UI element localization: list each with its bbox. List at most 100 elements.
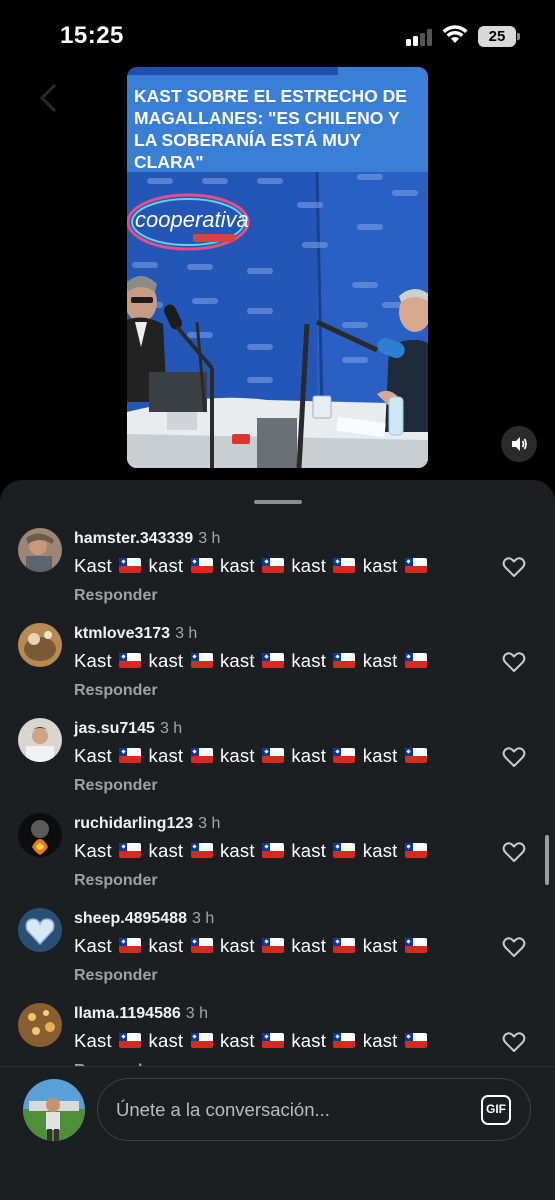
chile-flag-icon	[190, 843, 213, 858]
comment-word: kast	[291, 935, 327, 956]
comment-word: kast	[219, 935, 255, 956]
status-time: 15:25	[60, 22, 124, 49]
back-chevron-icon[interactable]	[39, 83, 69, 113]
chile-flag-icon	[262, 748, 285, 763]
comment-word: kast	[291, 745, 327, 766]
comment-word: kast	[362, 650, 398, 671]
comment-word: kast	[148, 745, 184, 766]
chile-flag-icon	[190, 653, 213, 668]
comment-timestamp: 3 h	[159, 720, 183, 737]
reply-button[interactable]: Responder	[74, 967, 158, 985]
chile-flag-icon	[404, 843, 427, 858]
user-avatar[interactable]	[18, 718, 62, 762]
reply-button[interactable]: Responder	[74, 777, 158, 795]
user-avatar[interactable]	[18, 623, 62, 667]
cellular-signal-icon	[406, 28, 434, 46]
comments-scrollbar[interactable]	[545, 835, 549, 885]
comment-timestamp: 3 h	[185, 1005, 209, 1022]
user-avatar[interactable]	[18, 528, 62, 572]
chile-flag-icon	[190, 938, 213, 953]
comment-word: kast	[291, 840, 327, 861]
comment-username[interactable]: llama.1194586	[74, 1005, 181, 1022]
comment-word: kast	[148, 840, 184, 861]
comment-header: jas.su7145 3 h	[74, 720, 182, 738]
comment-word: kast	[148, 1030, 184, 1051]
gif-button[interactable]: GIF	[481, 1095, 511, 1125]
user-avatar[interactable]	[18, 908, 62, 952]
comment-word: Kast	[74, 1030, 112, 1051]
comment-word: kast	[362, 935, 398, 956]
comment-username[interactable]: sheep.4895488	[74, 910, 187, 927]
video-player[interactable]: KAST SOBRE EL ESTRECHO DE MAGALLANES: "E…	[127, 67, 428, 468]
comment-word: Kast	[74, 840, 112, 861]
comment-text: Kast kast kast kast kast	[74, 650, 429, 672]
comment-word: Kast	[74, 935, 112, 956]
comment-header: ruchidarling123 3 h	[74, 815, 220, 833]
video-headline: KAST SOBRE EL ESTRECHO DE MAGALLANES: "E…	[127, 67, 428, 172]
chile-flag-icon	[404, 1033, 427, 1048]
comment-item: hamster.343339 3 h Kast kast kast kast kas…	[0, 528, 555, 623]
comment-header: sheep.4895488 3 h	[74, 910, 214, 928]
comment-word: Kast	[74, 745, 112, 766]
reply-button[interactable]: Responder	[74, 872, 158, 890]
comment-word: kast	[219, 840, 255, 861]
chile-flag-icon	[333, 843, 356, 858]
comment-input[interactable]	[116, 1079, 456, 1140]
current-user-avatar	[23, 1079, 85, 1141]
comment-word: kast	[291, 650, 327, 671]
like-heart-icon[interactable]	[502, 936, 526, 958]
like-heart-icon[interactable]	[502, 651, 526, 673]
chile-flag-icon	[333, 558, 356, 573]
chile-flag-icon	[119, 1033, 142, 1048]
chile-flag-icon	[262, 1033, 285, 1048]
comment-text: Kast kast kast kast kast	[74, 935, 429, 957]
wifi-icon	[442, 25, 468, 43]
comment-username[interactable]: ktmlove3173	[74, 625, 170, 642]
chile-flag-icon	[404, 748, 427, 763]
comment-item: ktmlove3173 3 h Kast kast kast kast kast R…	[0, 623, 555, 718]
comment-word: kast	[148, 650, 184, 671]
video-frame-image: cooperativa	[127, 172, 428, 468]
cooperativa-logo: cooperativa	[135, 207, 249, 232]
volume-button[interactable]	[501, 426, 537, 462]
comment-composer: GIF	[0, 1066, 555, 1200]
comment-word: kast	[148, 555, 184, 576]
chile-flag-icon	[190, 748, 213, 763]
comment-username[interactable]: hamster.343339	[74, 530, 193, 547]
chile-flag-icon	[262, 843, 285, 858]
like-heart-icon[interactable]	[502, 841, 526, 863]
chile-flag-icon	[333, 653, 356, 668]
chile-flag-icon	[119, 558, 142, 573]
comment-word: kast	[362, 745, 398, 766]
comment-text: Kast kast kast kast kast	[74, 1030, 429, 1052]
like-heart-icon[interactable]	[502, 556, 526, 578]
reply-button[interactable]: Responder	[74, 682, 158, 700]
comment-item: sheep.4895488 3 h Kast kast kast kast kast…	[0, 908, 555, 1003]
user-avatar[interactable]	[18, 813, 62, 857]
comment-word: kast	[291, 555, 327, 576]
battery-indicator: 25	[478, 26, 520, 47]
comment-timestamp: 3 h	[198, 815, 221, 832]
comment-header: llama.1194586 3 h	[74, 1005, 208, 1023]
like-heart-icon[interactable]	[502, 746, 526, 768]
chile-flag-icon	[262, 938, 285, 953]
sheet-drag-handle[interactable]	[254, 500, 302, 504]
like-heart-icon[interactable]	[502, 1031, 526, 1053]
speaker-icon	[512, 437, 527, 451]
comment-timestamp: 3 h	[198, 530, 221, 547]
comment-username[interactable]: ruchidarling123	[74, 815, 193, 832]
comment-word: kast	[362, 1030, 398, 1051]
chile-flag-icon	[190, 558, 213, 573]
comment-word: kast	[148, 935, 184, 956]
chile-flag-icon	[262, 653, 285, 668]
reply-button[interactable]: Responder	[74, 587, 158, 605]
chile-flag-icon	[404, 653, 427, 668]
comment-item: jas.su7145 3 h Kast kast kast kast kast Re…	[0, 718, 555, 813]
chile-flag-icon	[119, 938, 142, 953]
comment-text: Kast kast kast kast kast	[74, 745, 429, 767]
user-avatar[interactable]	[18, 1003, 62, 1047]
comment-word: Kast	[74, 555, 112, 576]
comment-username[interactable]: jas.su7145	[74, 720, 155, 737]
comment-input-container[interactable]: GIF	[97, 1078, 531, 1141]
comment-word: kast	[219, 745, 255, 766]
